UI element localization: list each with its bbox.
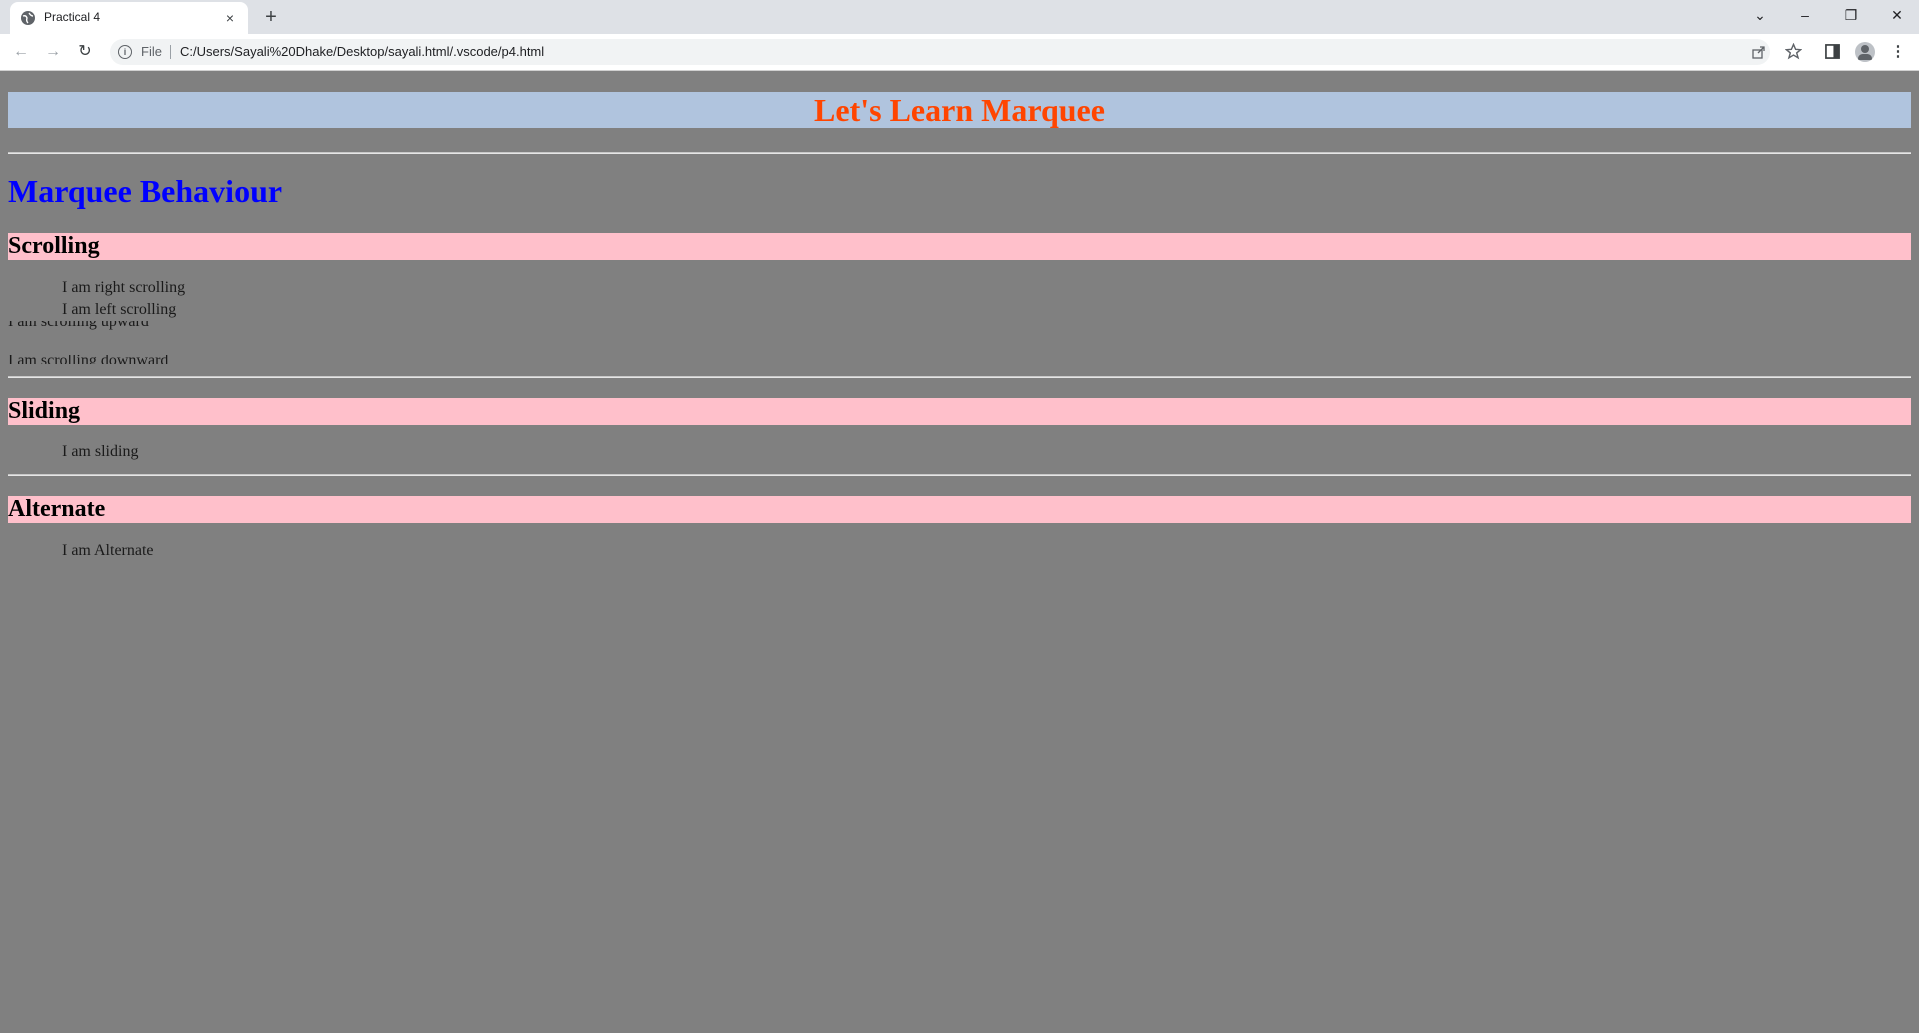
marquee-down-box: I am scrolling downward xyxy=(8,355,1911,364)
alternate-heading: Alternate xyxy=(8,496,1911,523)
marquee-sliding: I am sliding xyxy=(62,443,139,460)
minimize-button[interactable]: – xyxy=(1790,2,1820,28)
browser-tab[interactable]: Practical 4 × xyxy=(10,2,248,34)
globe-icon xyxy=(21,11,35,25)
side-panel-icon[interactable] xyxy=(1825,44,1840,59)
marquee-right: I am right scrolling xyxy=(62,279,186,296)
site-info-icon[interactable]: i xyxy=(118,45,132,59)
divider xyxy=(8,152,1911,154)
browser-toolbar: ← → ↻ i File C:/Users/Sayali%20Dhake/Des… xyxy=(0,34,1919,71)
url-text[interactable]: C:/Users/Sayali%20Dhake/Desktop/sayali.h… xyxy=(180,44,544,59)
share-icon[interactable] xyxy=(1751,44,1767,60)
close-tab-icon[interactable]: × xyxy=(222,10,238,26)
divider xyxy=(8,474,1911,476)
scheme-separator xyxy=(170,45,171,59)
restore-button[interactable]: ❐ xyxy=(1836,2,1866,28)
menu-icon[interactable]: ⋮ xyxy=(1888,42,1908,62)
reload-button[interactable]: ↻ xyxy=(75,42,95,62)
page-title: Let's Learn Marquee xyxy=(8,92,1911,128)
marquee-alternate: I am Alternate xyxy=(62,542,154,559)
section-title: Marquee Behaviour xyxy=(8,173,283,209)
close-window-button[interactable]: ✕ xyxy=(1882,2,1912,28)
star-icon[interactable] xyxy=(1785,43,1802,60)
marquee-up: I am scrolling upward xyxy=(8,321,149,330)
tab-title: Practical 4 xyxy=(44,10,101,24)
marquee-up-box: I am scrolling upward xyxy=(8,321,1911,337)
sliding-heading: Sliding xyxy=(8,398,1911,425)
scrolling-heading: Scrolling xyxy=(8,233,1911,260)
divider xyxy=(8,376,1911,378)
back-button[interactable]: ← xyxy=(11,42,31,62)
forward-button[interactable]: → xyxy=(43,42,63,62)
marquee-left: I am left scrolling xyxy=(62,301,177,318)
marquee-down: I am scrolling downward xyxy=(8,355,169,364)
url-scheme: File xyxy=(141,44,162,59)
title-bar: Practical 4 × + ⌄ – ❐ ✕ xyxy=(0,0,1919,34)
address-bar[interactable]: i File C:/Users/Sayali%20Dhake/Desktop/s… xyxy=(110,39,1770,65)
profile-avatar-icon[interactable] xyxy=(1855,42,1875,62)
tab-search-icon[interactable]: ⌄ xyxy=(1745,2,1775,28)
new-tab-button[interactable]: + xyxy=(260,6,282,28)
page-content: Let's Learn Marquee Marquee Behaviour Sc… xyxy=(0,71,1919,1033)
